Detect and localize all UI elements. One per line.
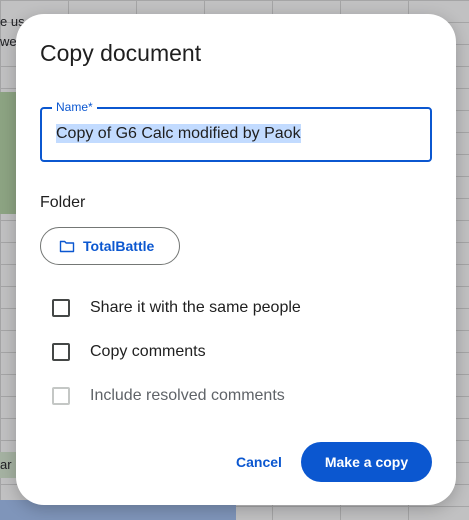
- name-field[interactable]: Name* Copy of G6 Calc modified by Paok: [40, 100, 432, 162]
- folder-chip-label: TotalBattle: [83, 238, 155, 254]
- share-same-people-checkbox[interactable]: [52, 299, 70, 317]
- folder-chip[interactable]: TotalBattle: [40, 227, 180, 265]
- share-same-people-option[interactable]: Share it with the same people: [52, 296, 301, 320]
- include-resolved-comments-label: Include resolved comments: [90, 387, 285, 404]
- copy-comments-checkbox[interactable]: [52, 343, 70, 361]
- share-same-people-label: Share it with the same people: [90, 299, 301, 316]
- cancel-button[interactable]: Cancel: [224, 444, 294, 480]
- name-input-value: Copy of G6 Calc modified by Paok: [56, 124, 301, 143]
- copy-document-dialog: Copy document Name* Copy of G6 Calc modi…: [16, 14, 456, 505]
- dialog-title: Copy document: [40, 40, 202, 66]
- folder-heading: Folder: [40, 194, 86, 211]
- include-resolved-comments-checkbox: [52, 387, 70, 405]
- include-resolved-comments-option: Include resolved comments: [52, 384, 285, 408]
- folder-icon: [59, 238, 75, 254]
- make-a-copy-button[interactable]: Make a copy: [301, 442, 432, 482]
- name-field-label: Name*: [52, 100, 97, 114]
- name-input[interactable]: Copy of G6 Calc modified by Paok: [56, 122, 416, 146]
- copy-comments-option[interactable]: Copy comments: [52, 340, 206, 364]
- copy-comments-label: Copy comments: [90, 343, 206, 360]
